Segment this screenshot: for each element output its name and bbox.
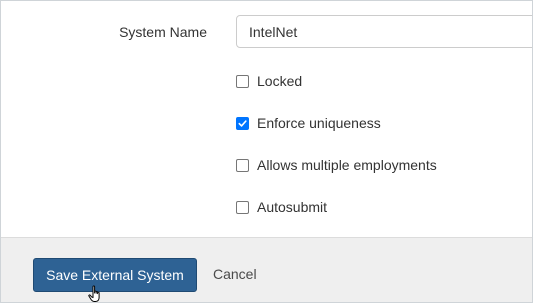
external-system-form-panel: System Name Locked Enforce uniqueness Al…: [0, 0, 533, 303]
autosubmit-checkbox-row[interactable]: Autosubmit: [236, 198, 327, 216]
system-name-input[interactable]: [236, 15, 532, 48]
locked-checkbox[interactable]: [236, 74, 249, 88]
enforce-uniqueness-checkbox[interactable]: [236, 116, 249, 130]
save-external-system-button[interactable]: Save External System: [33, 258, 197, 292]
autosubmit-checkbox[interactable]: [236, 200, 249, 214]
allows-multiple-employments-checkbox[interactable]: [236, 158, 249, 172]
locked-label: Locked: [257, 73, 303, 89]
autosubmit-label: Autosubmit: [257, 199, 328, 215]
enforce-uniqueness-label: Enforce uniqueness: [257, 115, 381, 131]
locked-checkbox-row[interactable]: Locked: [236, 72, 302, 90]
form-footer: Save External System Cancel: [1, 237, 532, 302]
form-area: System Name Locked Enforce uniqueness Al…: [1, 1, 532, 237]
allows-multiple-employments-checkbox-row[interactable]: Allows multiple employments: [236, 156, 437, 174]
cancel-button[interactable]: Cancel: [213, 266, 257, 282]
system-name-label: System Name: [119, 24, 207, 40]
checkmark-icon: [238, 119, 247, 127]
enforce-uniqueness-checkbox-row[interactable]: Enforce uniqueness: [236, 114, 381, 132]
allows-multiple-employments-label: Allows multiple employments: [257, 157, 437, 173]
